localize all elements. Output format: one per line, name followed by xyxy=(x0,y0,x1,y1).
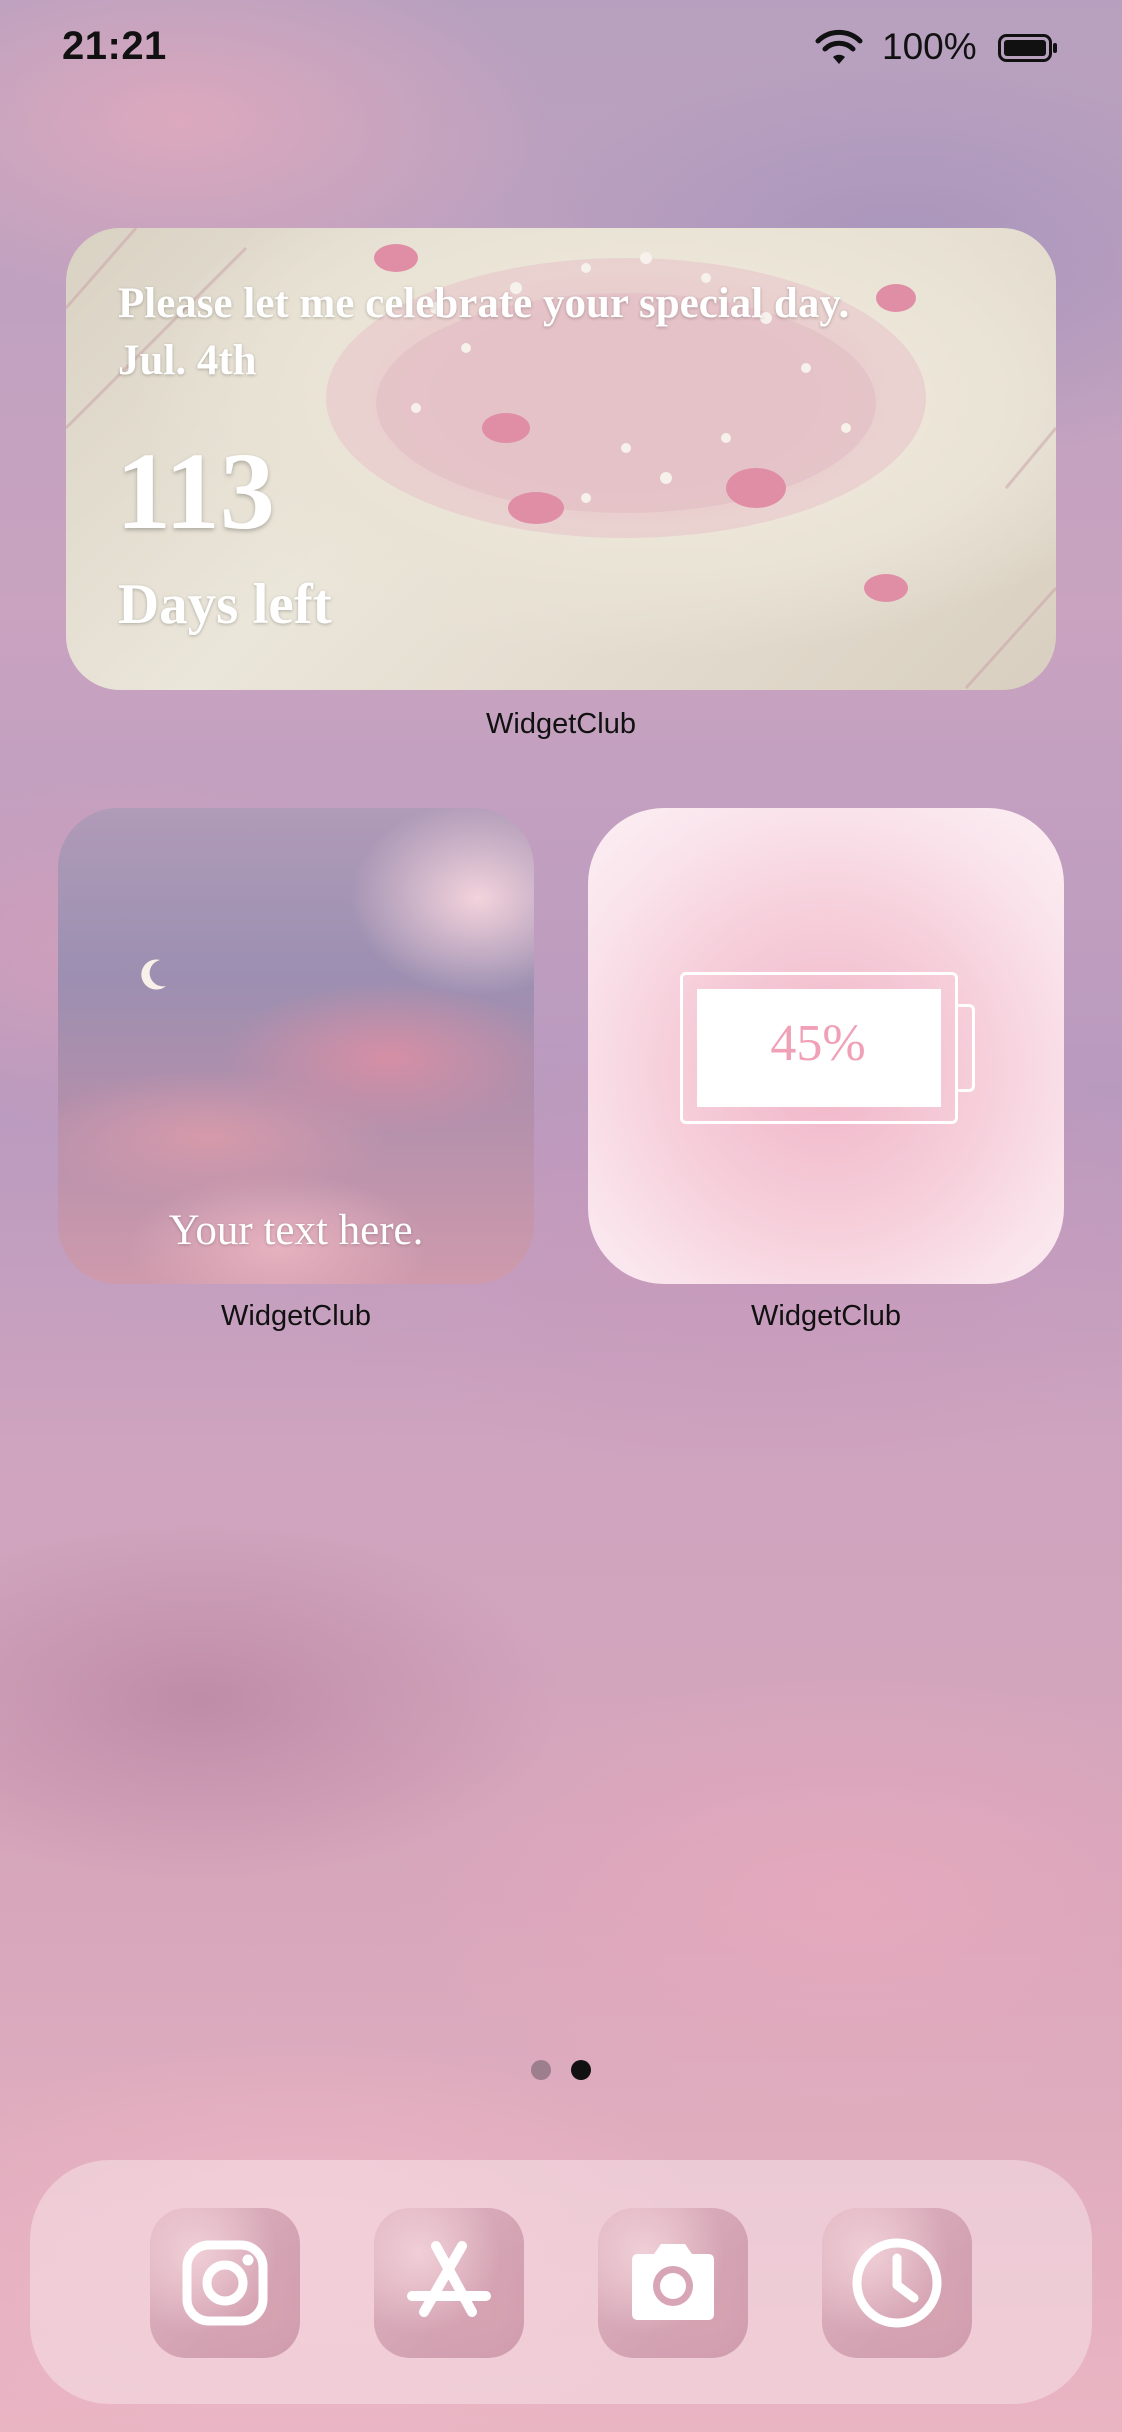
battery-percent: 100% xyxy=(882,26,977,67)
instagram-icon xyxy=(182,2240,268,2326)
photo-widget-label: WidgetClub xyxy=(221,1300,371,1332)
camera-icon xyxy=(632,2244,714,2320)
photo-widget[interactable]: Your text here. xyxy=(58,808,534,1284)
dock-app-clock[interactable] xyxy=(822,2208,972,2358)
photo-widget-text: Your text here. xyxy=(168,1207,424,1254)
countdown-title: Please let me celebrate your special day… xyxy=(118,280,850,327)
moon-icon xyxy=(141,959,166,990)
page-indicator-dot-2[interactable] xyxy=(571,2060,591,2080)
dock-app-app-store[interactable] xyxy=(374,2208,524,2358)
battery-icon xyxy=(998,34,1057,62)
battery-widget-percent: 45% xyxy=(770,1015,866,1072)
dock-app-instagram[interactable] xyxy=(150,2208,300,2358)
battery-widget[interactable]: 45% xyxy=(588,808,1064,1284)
app-store-icon xyxy=(407,2241,491,2317)
countdown-widget[interactable]: Please let me celebrate your special day… xyxy=(66,228,1056,690)
dock-app-camera[interactable] xyxy=(598,2208,748,2358)
countdown-subtitle: Days left xyxy=(118,573,332,636)
countdown-days: 113 xyxy=(116,430,275,552)
countdown-date: Jul. 4th xyxy=(118,337,257,384)
battery-widget-cap xyxy=(956,1004,975,1092)
status-time: 21:21 xyxy=(62,24,167,68)
battery-widget-label: WidgetClub xyxy=(751,1300,901,1332)
page-indicator-dot-1[interactable] xyxy=(531,2060,551,2080)
clock-icon xyxy=(852,2238,942,2328)
wifi-icon xyxy=(815,29,863,64)
status-bar: 21:21 100% xyxy=(0,0,1122,100)
countdown-widget-label: WidgetClub xyxy=(486,708,636,740)
